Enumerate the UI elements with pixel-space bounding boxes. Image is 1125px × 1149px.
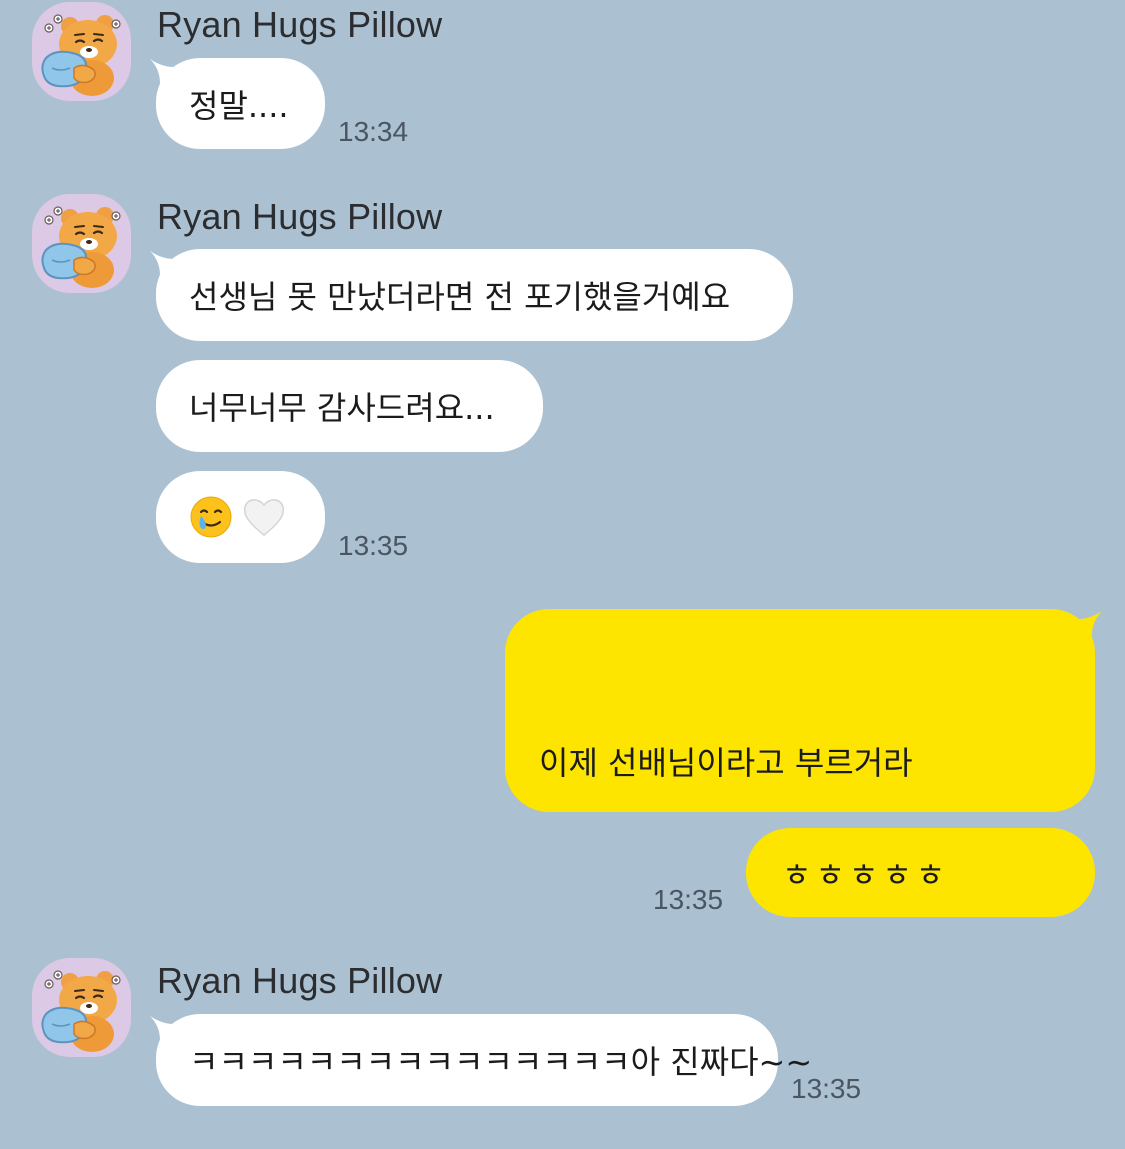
crying-face-with-smile-icon bbox=[190, 496, 232, 538]
message-time: 13:35 bbox=[791, 1073, 862, 1104]
sender-name: Ryan Hugs Pillow bbox=[157, 960, 443, 1001]
sender-name: Ryan Hugs Pillow bbox=[157, 196, 443, 237]
sender-avatar[interactable] bbox=[32, 194, 131, 293]
message-time: 13:34 bbox=[338, 116, 409, 147]
message-bubble[interactable]: 선생님 못 만났더라면 전 포기했을거예요 bbox=[156, 249, 793, 341]
ryan-hugging-pillow-icon bbox=[41, 205, 122, 290]
message-text: 정말.... bbox=[189, 86, 289, 125]
message-bubble[interactable]: 이제 선배님이라고 부르거라 bbox=[505, 609, 1095, 812]
message-bubble[interactable]: 정말.... bbox=[156, 58, 325, 149]
message-text: 이제 선배님이라고 부르거라 bbox=[539, 744, 913, 782]
sender-avatar[interactable] bbox=[32, 2, 131, 101]
white-heart-icon bbox=[243, 499, 285, 536]
sender-avatar[interactable] bbox=[32, 958, 131, 1057]
sender-name: Ryan Hugs Pillow bbox=[157, 4, 443, 45]
message-text: ㅋㅋㅋㅋㅋㅋㅋㅋㅋㅋㅋㅋㅋㅋㅋ아 진짜다~~ bbox=[189, 1043, 813, 1081]
message-text: 너무너무 감사드려요... bbox=[189, 389, 495, 427]
ryan-hugging-pillow-icon bbox=[41, 969, 122, 1054]
message-text: 선생님 못 만났더라면 전 포기했을거예요 bbox=[189, 278, 731, 316]
message-bubble[interactable]: ㅎㅎㅎㅎㅎ bbox=[746, 828, 1095, 917]
message-bubble[interactable]: 너무너무 감사드려요... bbox=[156, 360, 543, 452]
message-time: 13:35 bbox=[338, 530, 409, 561]
message-time: 13:35 bbox=[653, 884, 724, 915]
message-bubble[interactable] bbox=[156, 471, 325, 563]
emoji-message bbox=[189, 495, 287, 539]
message-text: ㅎㅎㅎㅎㅎ bbox=[782, 855, 950, 894]
ryan-hugging-pillow-icon bbox=[41, 13, 122, 98]
message-bubble[interactable]: ㅋㅋㅋㅋㅋㅋㅋㅋㅋㅋㅋㅋㅋㅋㅋ아 진짜다~~ bbox=[156, 1014, 812, 1106]
